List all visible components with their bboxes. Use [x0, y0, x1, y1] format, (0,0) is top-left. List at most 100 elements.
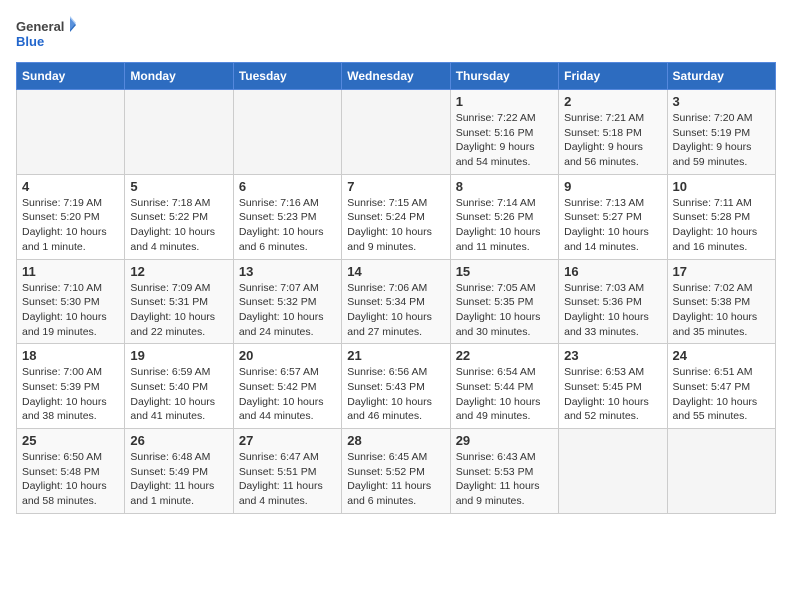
day-detail: Sunrise: 7:06 AMSunset: 5:34 PMDaylight:… — [347, 281, 444, 340]
calendar-cell — [125, 90, 233, 175]
day-number: 20 — [239, 348, 336, 363]
day-number: 9 — [564, 179, 661, 194]
week-row-1: 1Sunrise: 7:22 AMSunset: 5:16 PMDaylight… — [17, 90, 776, 175]
day-detail: Sunrise: 7:10 AMSunset: 5:30 PMDaylight:… — [22, 281, 119, 340]
svg-text:General: General — [16, 19, 64, 34]
calendar-cell: 1Sunrise: 7:22 AMSunset: 5:16 PMDaylight… — [450, 90, 558, 175]
day-number: 22 — [456, 348, 553, 363]
day-number: 8 — [456, 179, 553, 194]
day-detail: Sunrise: 7:20 AMSunset: 5:19 PMDaylight:… — [673, 111, 770, 170]
header-day-monday: Monday — [125, 63, 233, 90]
day-detail: Sunrise: 6:48 AMSunset: 5:49 PMDaylight:… — [130, 450, 227, 509]
day-detail: Sunrise: 7:03 AMSunset: 5:36 PMDaylight:… — [564, 281, 661, 340]
header-day-friday: Friday — [559, 63, 667, 90]
day-detail: Sunrise: 6:59 AMSunset: 5:40 PMDaylight:… — [130, 365, 227, 424]
day-detail: Sunrise: 6:50 AMSunset: 5:48 PMDaylight:… — [22, 450, 119, 509]
day-number: 14 — [347, 264, 444, 279]
day-number: 5 — [130, 179, 227, 194]
day-detail: Sunrise: 7:07 AMSunset: 5:32 PMDaylight:… — [239, 281, 336, 340]
day-number: 7 — [347, 179, 444, 194]
day-number: 2 — [564, 94, 661, 109]
day-detail: Sunrise: 6:43 AMSunset: 5:53 PMDaylight:… — [456, 450, 553, 509]
calendar-cell: 16 Sunrise: 7:03 AMSunset: 5:36 PMDayligh… — [559, 259, 667, 344]
day-number: 3 — [673, 94, 770, 109]
day-detail: Sunrise: 6:57 AMSunset: 5:42 PMDaylight:… — [239, 365, 336, 424]
calendar-cell: 15 Sunrise: 7:05 AMSunset: 5:35 PMDayligh… — [450, 259, 558, 344]
day-number: 13 — [239, 264, 336, 279]
day-number: 21 — [347, 348, 444, 363]
day-number: 4 — [22, 179, 119, 194]
header-day-saturday: Saturday — [667, 63, 775, 90]
logo: General Blue — [16, 16, 76, 54]
calendar-cell: 7Sunrise: 7:15 AMSunset: 5:24 PMDaylight… — [342, 174, 450, 259]
header-day-sunday: Sunday — [17, 63, 125, 90]
calendar-cell: 19 Sunrise: 6:59 AMSunset: 5:40 PMDayligh… — [125, 344, 233, 429]
day-detail: Sunrise: 7:11 AMSunset: 5:28 PMDaylight:… — [673, 196, 770, 255]
calendar-cell: 28 Sunrise: 6:45 AMSunset: 5:52 PMDayligh… — [342, 429, 450, 514]
header-day-thursday: Thursday — [450, 63, 558, 90]
day-number: 15 — [456, 264, 553, 279]
day-detail: Sunrise: 7:14 AMSunset: 5:26 PMDaylight:… — [456, 196, 553, 255]
day-number: 11 — [22, 264, 119, 279]
calendar-cell: 8 Sunrise: 7:14 AMSunset: 5:26 PMDaylight… — [450, 174, 558, 259]
day-detail: Sunrise: 7:05 AMSunset: 5:35 PMDaylight:… — [456, 281, 553, 340]
calendar-cell: 13 Sunrise: 7:07 AMSunset: 5:32 PMDayligh… — [233, 259, 341, 344]
day-detail: Sunrise: 7:19 AMSunset: 5:20 PMDaylight:… — [22, 196, 119, 255]
svg-text:Blue: Blue — [16, 34, 44, 49]
logo-svg: General Blue — [16, 16, 76, 54]
calendar-cell: 12Sunrise: 7:09 AMSunset: 5:31 PMDayligh… — [125, 259, 233, 344]
day-number: 19 — [130, 348, 227, 363]
calendar-cell: 24 Sunrise: 6:51 AMSunset: 5:47 PMDayligh… — [667, 344, 775, 429]
day-number: 29 — [456, 433, 553, 448]
day-detail: Sunrise: 6:54 AMSunset: 5:44 PMDaylight:… — [456, 365, 553, 424]
calendar-cell: 26 Sunrise: 6:48 AMSunset: 5:49 PMDayligh… — [125, 429, 233, 514]
week-row-2: 4 Sunrise: 7:19 AMSunset: 5:20 PMDaylight… — [17, 174, 776, 259]
day-number: 17 — [673, 264, 770, 279]
day-number: 6 — [239, 179, 336, 194]
day-number: 18 — [22, 348, 119, 363]
calendar-cell — [342, 90, 450, 175]
day-detail: Sunrise: 7:00 AMSunset: 5:39 PMDaylight:… — [22, 365, 119, 424]
day-number: 24 — [673, 348, 770, 363]
calendar-cell: 4 Sunrise: 7:19 AMSunset: 5:20 PMDaylight… — [17, 174, 125, 259]
calendar-cell — [559, 429, 667, 514]
calendar-cell: 23 Sunrise: 6:53 AMSunset: 5:45 PMDayligh… — [559, 344, 667, 429]
calendar-cell: 2 Sunrise: 7:21 AMSunset: 5:18 PMDaylight… — [559, 90, 667, 175]
day-detail: Sunrise: 6:56 AMSunset: 5:43 PMDaylight:… — [347, 365, 444, 424]
calendar-cell: 17 Sunrise: 7:02 AMSunset: 5:38 PMDayligh… — [667, 259, 775, 344]
day-number: 26 — [130, 433, 227, 448]
day-number: 23 — [564, 348, 661, 363]
calendar-cell: 21 Sunrise: 6:56 AMSunset: 5:43 PMDayligh… — [342, 344, 450, 429]
day-detail: Sunrise: 7:13 AMSunset: 5:27 PMDaylight:… — [564, 196, 661, 255]
calendar-cell: 14 Sunrise: 7:06 AMSunset: 5:34 PMDayligh… — [342, 259, 450, 344]
day-number: 10 — [673, 179, 770, 194]
day-detail: Sunrise: 7:18 AMSunset: 5:22 PMDaylight:… — [130, 196, 227, 255]
day-detail: Sunrise: 7:02 AMSunset: 5:38 PMDaylight:… — [673, 281, 770, 340]
calendar-cell: 20 Sunrise: 6:57 AMSunset: 5:42 PMDayligh… — [233, 344, 341, 429]
calendar-cell: 18 Sunrise: 7:00 AMSunset: 5:39 PMDayligh… — [17, 344, 125, 429]
header: General Blue — [16, 16, 776, 54]
day-detail: Sunrise: 7:21 AMSunset: 5:18 PMDaylight:… — [564, 111, 661, 170]
week-row-3: 11 Sunrise: 7:10 AMSunset: 5:30 PMDayligh… — [17, 259, 776, 344]
calendar-cell: 25 Sunrise: 6:50 AMSunset: 5:48 PMDayligh… — [17, 429, 125, 514]
calendar-cell — [17, 90, 125, 175]
day-detail: Sunrise: 6:45 AMSunset: 5:52 PMDaylight:… — [347, 450, 444, 509]
day-detail: Sunrise: 7:09 AMSunset: 5:31 PMDaylight:… — [130, 281, 227, 340]
calendar-cell: 22 Sunrise: 6:54 AMSunset: 5:44 PMDayligh… — [450, 344, 558, 429]
day-number: 16 — [564, 264, 661, 279]
calendar-cell: 3 Sunrise: 7:20 AMSunset: 5:19 PMDaylight… — [667, 90, 775, 175]
calendar-cell — [233, 90, 341, 175]
calendar-cell: 5 Sunrise: 7:18 AMSunset: 5:22 PMDaylight… — [125, 174, 233, 259]
week-row-4: 18 Sunrise: 7:00 AMSunset: 5:39 PMDayligh… — [17, 344, 776, 429]
calendar-cell: 29 Sunrise: 6:43 AMSunset: 5:53 PMDayligh… — [450, 429, 558, 514]
days-header-row: SundayMondayTuesdayWednesdayThursdayFrid… — [17, 63, 776, 90]
day-number: 25 — [22, 433, 119, 448]
calendar-cell: 11 Sunrise: 7:10 AMSunset: 5:30 PMDayligh… — [17, 259, 125, 344]
day-detail: Sunrise: 7:16 AMSunset: 5:23 PMDaylight:… — [239, 196, 336, 255]
calendar-cell — [667, 429, 775, 514]
day-number: 1 — [456, 94, 553, 109]
day-number: 28 — [347, 433, 444, 448]
day-number: 27 — [239, 433, 336, 448]
day-detail: Sunrise: 6:51 AMSunset: 5:47 PMDaylight:… — [673, 365, 770, 424]
day-detail: Sunrise: 6:53 AMSunset: 5:45 PMDaylight:… — [564, 365, 661, 424]
